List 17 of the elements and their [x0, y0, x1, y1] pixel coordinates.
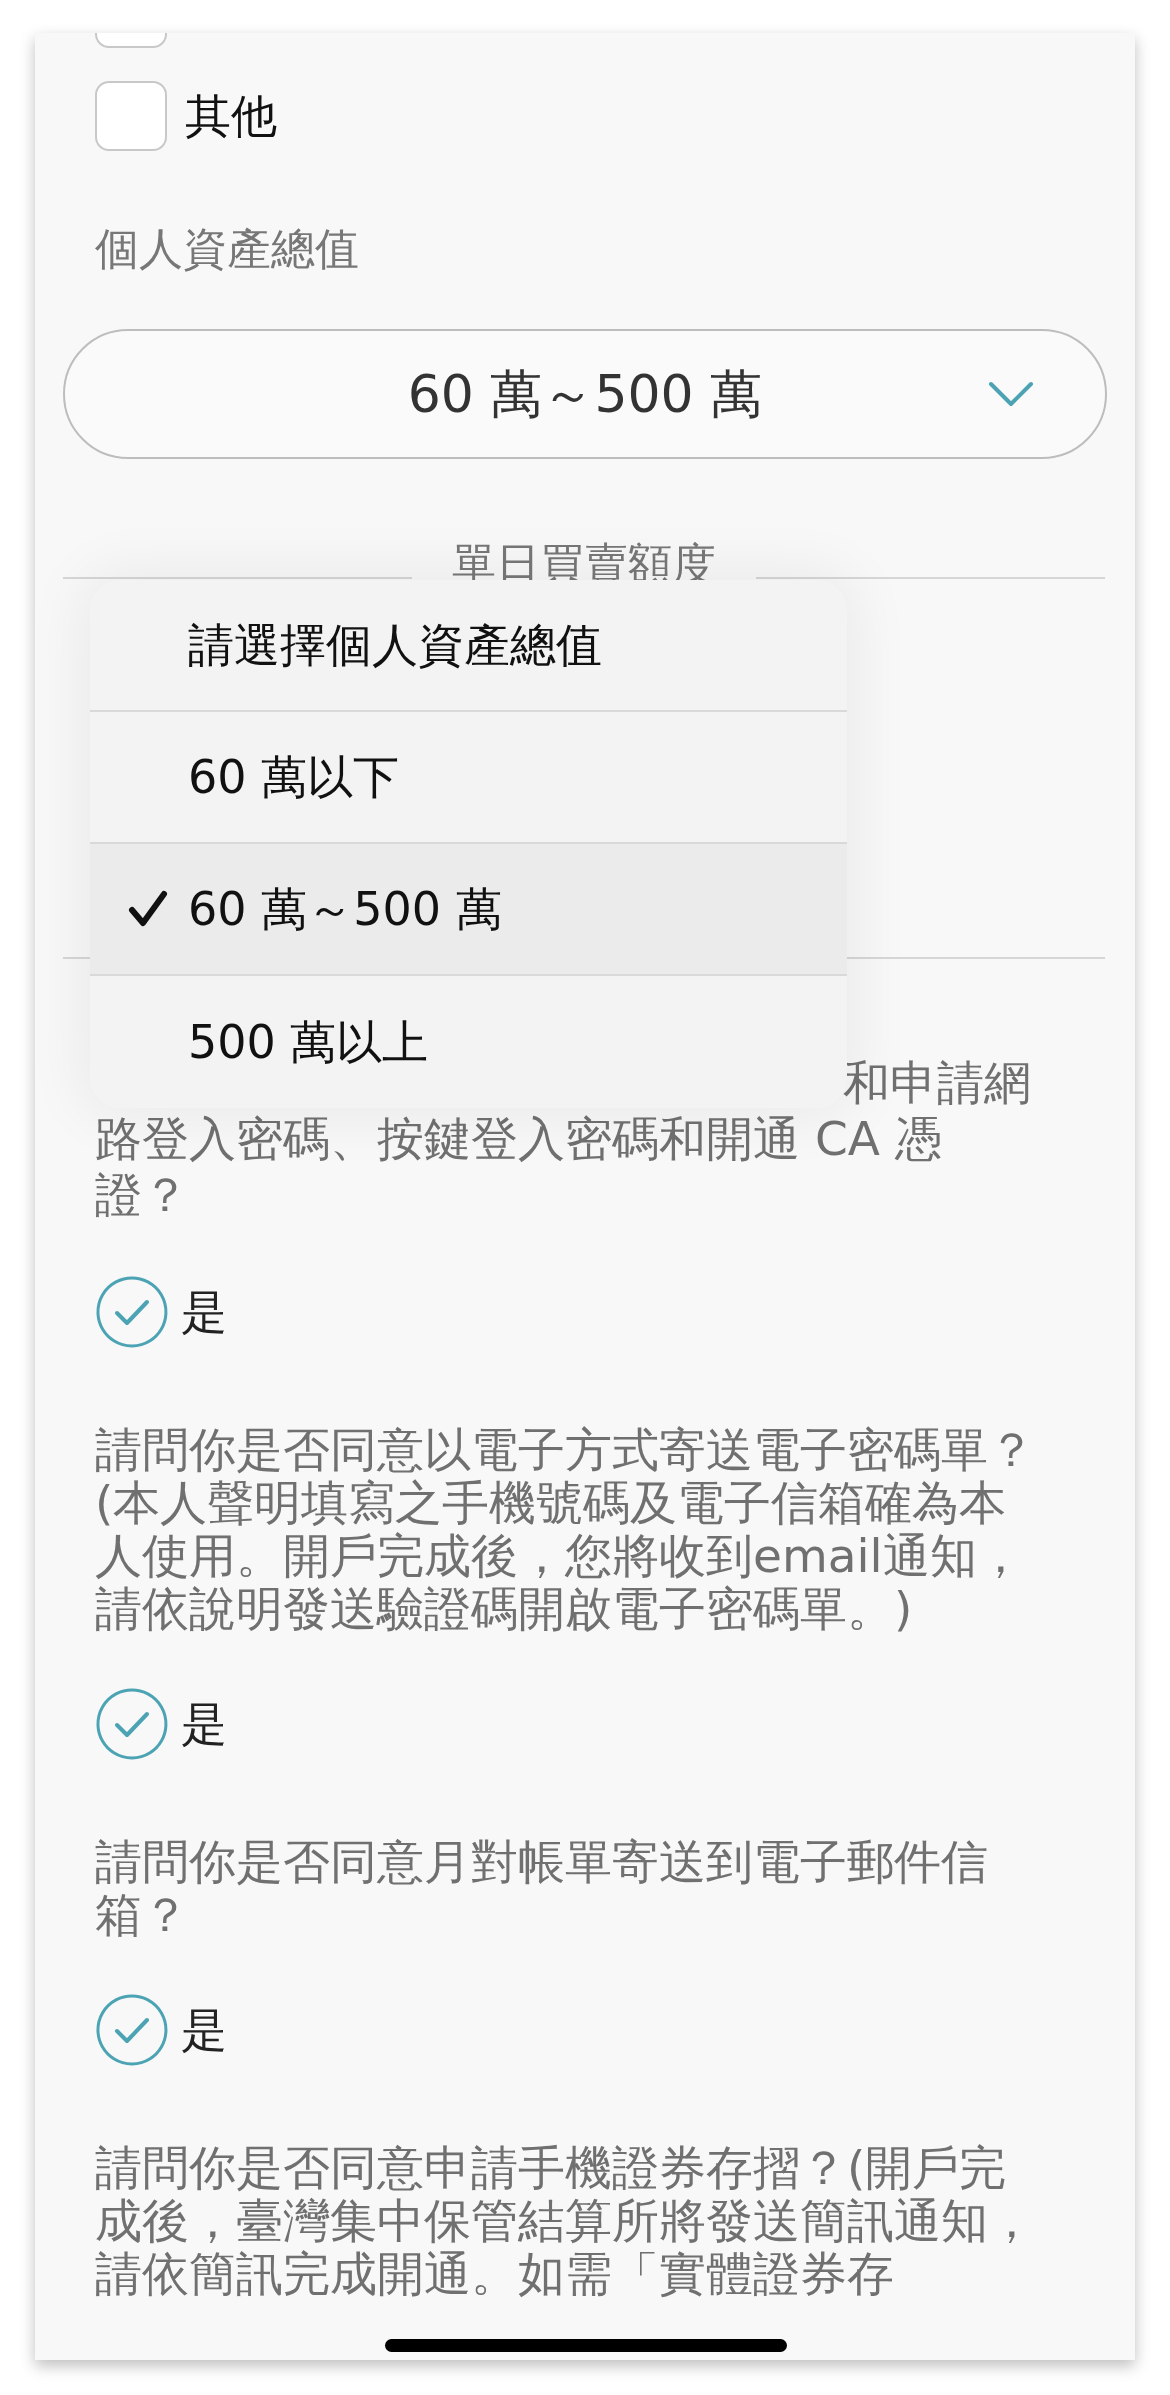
answer-label: 是 [181, 1283, 227, 1341]
answer-label: 是 [181, 1695, 227, 1753]
checkbox-label: 其他 [185, 88, 277, 145]
chevron-down-icon [987, 380, 1035, 408]
question-text: 請問你是否同意月對帳單寄送到電子郵件信箱？ [95, 1835, 989, 1941]
question-text: 請問你是否同意申請手機證券存摺？(開戶完成後，臺灣集中保管結算所將發送簡訊通知，請依簡訊完成開通。如需「實體證券存 [95, 2141, 1035, 2300]
radio-button[interactable] [95, 1687, 169, 1761]
menu-option[interactable]: 60 萬～500 萬 [90, 844, 847, 976]
radio-button[interactable] [95, 1275, 169, 1349]
menu-option[interactable]: 請選擇個人資產總值 [90, 580, 847, 712]
question-text: 請問你是否同意以電子方式寄送電子密碼單？(本人聲明填寫之手機號碼及電子信箱確為本人使用。開戶完成後，您將收到email通知，請依說明發送驗證碼開啟電子密碼單。) [95, 1423, 1035, 1635]
answer-label: 是 [181, 2001, 227, 2059]
asset-select[interactable]: 60 萬～500 萬 [63, 329, 1107, 459]
checkmark-icon [128, 890, 168, 928]
radio-button[interactable] [95, 1993, 169, 2067]
checkbox[interactable] [95, 81, 167, 151]
field-label: 個人資產總值 [95, 223, 360, 275]
